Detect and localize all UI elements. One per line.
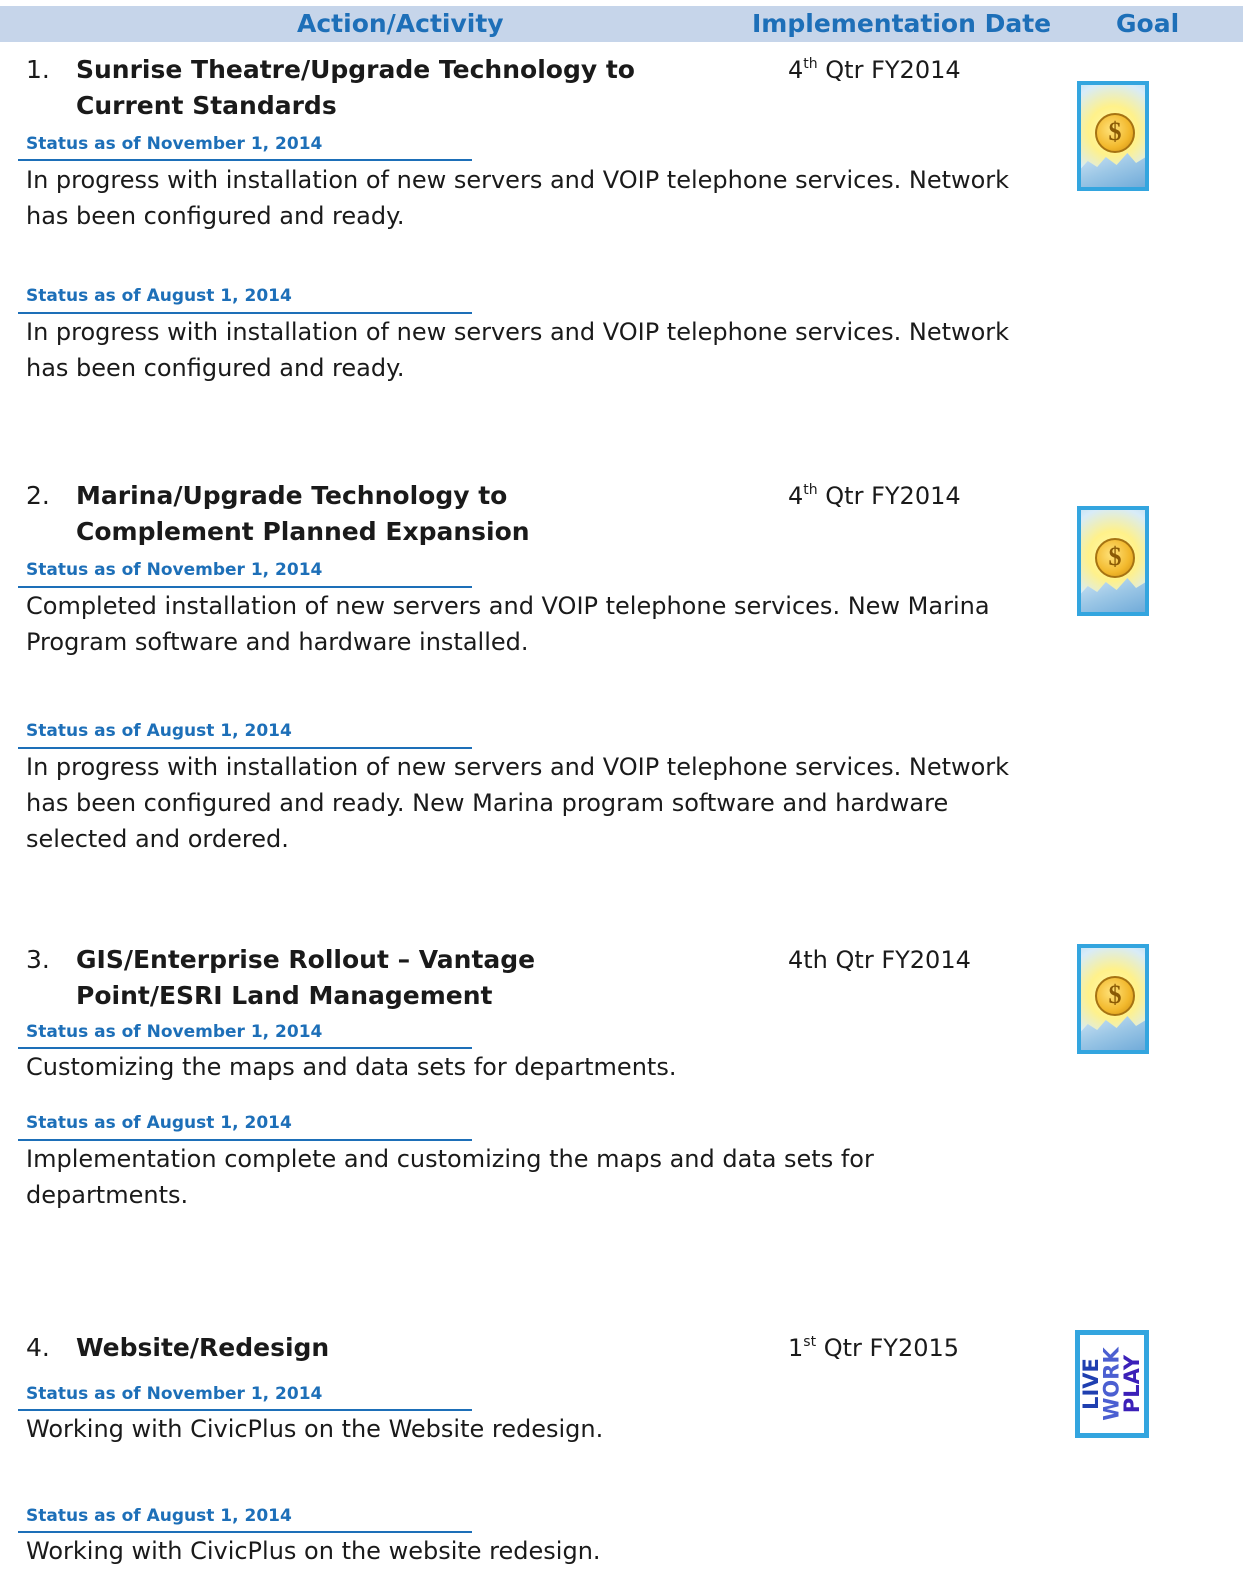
header-action-activity: Action/Activity xyxy=(297,9,504,38)
item-number: 4. xyxy=(26,1333,50,1362)
status-label: Status as of August 1, 2014 xyxy=(26,721,292,741)
item-number: 2. xyxy=(26,481,50,510)
status-label: Status as of August 1, 2014 xyxy=(26,286,292,306)
status-text: Completed installation of new servers an… xyxy=(26,592,990,656)
status-divider xyxy=(18,159,472,161)
table-header: Action/Activity Implementation Date Goal xyxy=(0,6,1243,42)
live-work-play-icon: LIVE WORK PLAY xyxy=(1075,1330,1149,1438)
implementation-date: 4th Qtr FY2014 xyxy=(788,56,961,84)
status-label: Status as of November 1, 2014 xyxy=(26,560,323,580)
status-text: In progress with installation of new ser… xyxy=(26,166,1010,230)
item-title-text: Website/Redesign xyxy=(76,1333,330,1362)
status-label: Status as of November 1, 2014 xyxy=(26,134,323,154)
implementation-date: 4th Qtr FY2014 xyxy=(788,946,971,974)
item-title-text: GIS/Enterprise Rollout – Vantage Point/E… xyxy=(76,945,536,1010)
sun-coin-icon: $ xyxy=(1077,81,1149,191)
status-label: Status as of August 1, 2014 xyxy=(26,1113,292,1133)
header-goal: Goal xyxy=(1116,9,1180,38)
status-label: Status as of November 1, 2014 xyxy=(26,1384,323,1404)
header-implementation-date: Implementation Date xyxy=(752,9,1052,38)
status-text: Customizing the maps and data sets for d… xyxy=(26,1053,677,1081)
item-number: 1. xyxy=(26,55,50,84)
item-number: 3. xyxy=(26,945,50,974)
implementation-date: 1st Qtr FY2015 xyxy=(788,1334,960,1362)
sun-coin-icon: $ xyxy=(1077,506,1149,616)
status-text: In progress with installation of new ser… xyxy=(26,318,1010,382)
status-text: Working with CivicPlus on the website re… xyxy=(26,1537,601,1565)
item-title-text: Marina/Upgrade Technology to Complement … xyxy=(76,481,530,546)
item-title-text: Sunrise Theatre/Upgrade Technology to Cu… xyxy=(76,55,635,120)
status-text: Implementation complete and customizing … xyxy=(26,1145,874,1209)
status-label: Status as of November 1, 2014 xyxy=(26,1022,323,1042)
status-label: Status as of August 1, 2014 xyxy=(26,1506,292,1526)
status-text: Working with CivicPlus on the Website re… xyxy=(26,1415,604,1443)
status-text: In progress with installation of new ser… xyxy=(26,753,1010,853)
sun-coin-icon: $ xyxy=(1077,944,1149,1054)
implementation-date: 4th Qtr FY2014 xyxy=(788,482,961,510)
